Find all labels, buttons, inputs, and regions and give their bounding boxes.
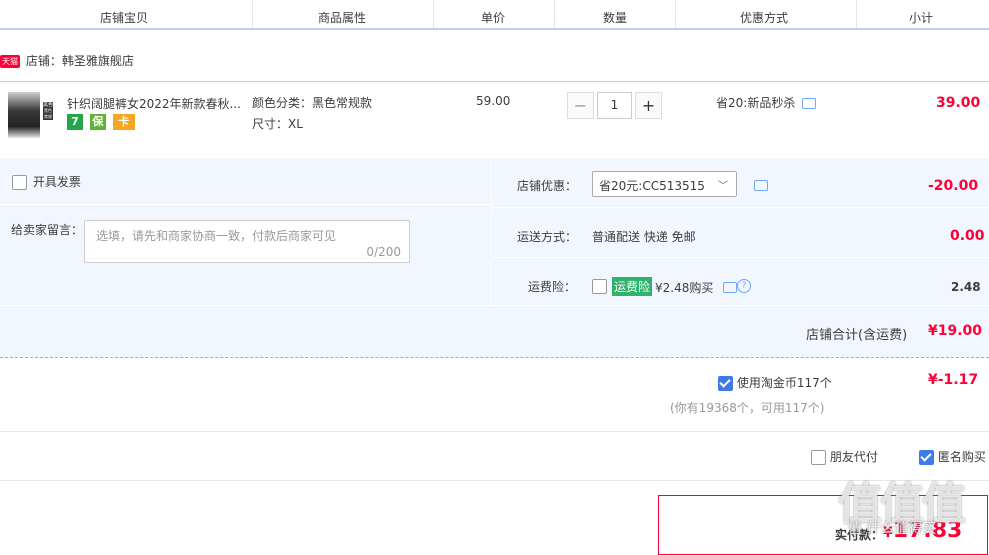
coins-value: ¥-1.17 bbox=[928, 372, 979, 388]
product-title[interactable]: 针织阔腿裤女2022年新款春秋... bbox=[67, 95, 247, 112]
anonymous-option[interactable]: 匿名购买 bbox=[919, 448, 986, 465]
col-header-subtotal: 小计 bbox=[909, 11, 934, 25]
shipping-label: 运送方式： bbox=[517, 230, 578, 244]
tmall-badge-icon: 天猫 bbox=[0, 55, 20, 68]
shop-discount-label: 店铺优惠： bbox=[517, 179, 578, 193]
message-placeholder: 选填，请先和商家协商一致，付款后商家可见 bbox=[96, 229, 337, 243]
service-icons: 7 保 卡 bbox=[67, 114, 138, 130]
seven-day-return-icon[interactable]: 7 bbox=[67, 114, 83, 130]
discount-message-icon[interactable] bbox=[754, 180, 768, 194]
col-header-qty: 数量 bbox=[603, 11, 628, 25]
item-row: 黑色 黑色常规 针织阔腿裤女2022年新款春秋... 7 保 卡 颜色分类：黑色… bbox=[0, 81, 989, 156]
shop-total-value: ¥19.00 bbox=[928, 323, 983, 339]
help-icon[interactable]: ? bbox=[737, 279, 751, 293]
insurance-message-icon[interactable] bbox=[723, 282, 737, 296]
watermark-text: 值 什么值得买 bbox=[848, 521, 937, 537]
insurance-value: 2.48 bbox=[951, 280, 981, 294]
unit-price: 59.00 bbox=[476, 94, 511, 108]
anonymous-checkbox[interactable] bbox=[919, 450, 934, 465]
product-thumbnail[interactable] bbox=[8, 92, 40, 138]
coins-option[interactable]: 使用淘金币117个 bbox=[718, 374, 832, 391]
guarantee-icon[interactable]: 保 bbox=[89, 114, 106, 130]
item-subtotal: 39.00 bbox=[936, 95, 981, 111]
shipping-method: 普通配送 快递 免邮 bbox=[592, 230, 696, 244]
coins-label: 使用淘金币117个 bbox=[736, 376, 832, 390]
discount-message-icon[interactable] bbox=[802, 98, 816, 112]
cart-header: 店铺宝贝 商品属性 单价 数量 优惠方式 小计 bbox=[0, 0, 989, 30]
col-separator bbox=[252, 0, 253, 28]
credit-card-icon[interactable]: 卡 bbox=[112, 114, 135, 130]
thumb-tag-bottom: 黑色常规 bbox=[44, 108, 52, 119]
divider bbox=[0, 431, 989, 432]
color-property: 颜色分类：黑色常规款 bbox=[252, 96, 373, 110]
shipping-row: 运送方式： 普通配送 快递 免邮 bbox=[491, 209, 989, 258]
col-header-item: 店铺宝贝 bbox=[100, 11, 149, 25]
invoice-option[interactable]: 开具发票 bbox=[12, 173, 81, 190]
qty-minus-button[interactable]: − bbox=[567, 92, 594, 119]
col-header-props: 商品属性 bbox=[318, 11, 367, 25]
coins-note: (你有19368个，可用117个) bbox=[670, 401, 825, 415]
qty-plus-button[interactable]: + bbox=[635, 92, 662, 119]
seller-message-textarea[interactable]: 选填，请先和商家协商一致，付款后商家可见 0/200 bbox=[84, 220, 410, 263]
invoice-checkbox[interactable] bbox=[12, 175, 27, 190]
insurance-label: 运费险： bbox=[528, 280, 577, 294]
insurance-checkbox[interactable] bbox=[592, 279, 607, 294]
message-label: 给卖家留言： bbox=[11, 223, 84, 237]
size-property: 尺寸：XL bbox=[252, 117, 303, 131]
shop-total-label: 店铺合计(含运费) bbox=[806, 328, 908, 343]
invoice-label: 开具发票 bbox=[32, 175, 81, 189]
col-separator bbox=[856, 0, 857, 28]
insurance-badge: 运费险 bbox=[612, 277, 653, 296]
qty-input[interactable]: 1 bbox=[597, 92, 632, 119]
message-counter: 0/200 bbox=[366, 245, 401, 259]
shipping-value: 0.00 bbox=[950, 228, 985, 244]
shop-discount-selected: 省20元:CC513515 bbox=[599, 179, 705, 193]
insurance-price-text: ¥2.48购买 bbox=[655, 281, 714, 295]
shop-discount-value: -20.00 bbox=[928, 178, 979, 194]
friend-pay-label: 朋友代付 bbox=[829, 450, 878, 464]
shop-discount-row: 店铺优惠： bbox=[491, 159, 989, 208]
friend-pay-option[interactable]: 朋友代付 bbox=[811, 448, 878, 465]
shop-row: 天猫 店铺：韩圣雅旗舰店 bbox=[0, 52, 134, 69]
item-discount: 省20:新品秒杀 bbox=[716, 96, 796, 110]
product-color-tag: 黑色 黑色常规 bbox=[43, 102, 53, 120]
chevron-down-icon: ﹀ bbox=[718, 181, 728, 192]
friend-pay-checkbox[interactable] bbox=[811, 450, 826, 465]
shop-discount-select[interactable]: 省20元:CC513515 ﹀ bbox=[592, 171, 737, 197]
col-header-discount: 优惠方式 bbox=[740, 11, 789, 25]
shop-name[interactable]: 店铺：韩圣雅旗舰店 bbox=[26, 54, 134, 68]
col-separator bbox=[554, 0, 555, 28]
anonymous-label: 匿名购买 bbox=[937, 450, 986, 464]
coins-checkbox[interactable] bbox=[718, 376, 733, 391]
col-separator bbox=[433, 0, 434, 28]
col-separator bbox=[675, 0, 676, 28]
col-header-price: 单价 bbox=[481, 11, 506, 25]
